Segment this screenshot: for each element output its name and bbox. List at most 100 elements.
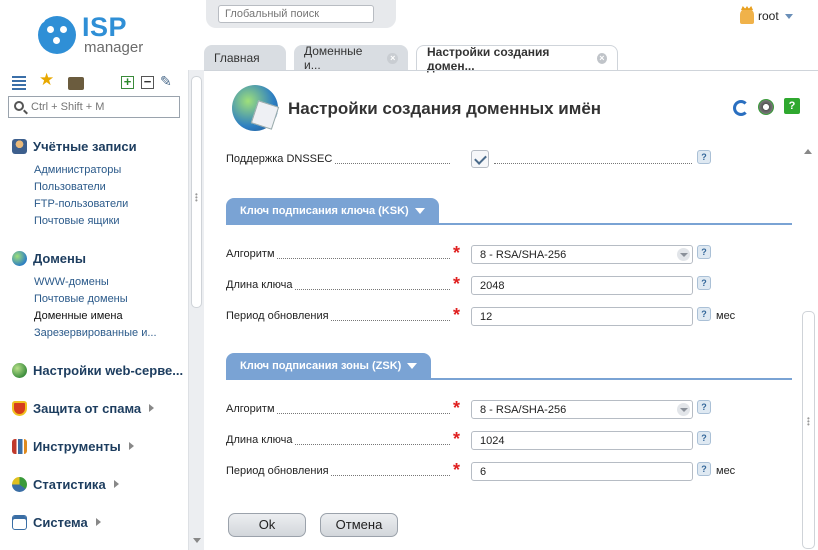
sidebar-item-mailboxes[interactable]: Почтовые ящики bbox=[34, 213, 137, 230]
zsk-section-header[interactable]: Ключ подписания зоны (ZSK) bbox=[226, 353, 792, 380]
sidebar-group-header[interactable]: Домены bbox=[12, 248, 157, 268]
sidebar-group-title: Настройки web-серве... bbox=[33, 362, 184, 378]
sidebar-group-title: Инструменты bbox=[33, 438, 121, 454]
zsk-algorithm-label: Алгоритм bbox=[226, 403, 277, 415]
required-marker: * bbox=[453, 398, 461, 418]
zsk-keylen-label: Длина ключа bbox=[226, 434, 295, 446]
ksk-keylen-row: Длина ключа * 2048 ? bbox=[226, 274, 746, 296]
zsk-keylen-input[interactable]: 1024 bbox=[471, 431, 693, 450]
sidebar-group-header[interactable]: Учётные записи bbox=[12, 136, 137, 156]
tools-icon bbox=[12, 438, 27, 454]
sidebar-group-title: Система bbox=[33, 514, 88, 530]
sidebar-item-users[interactable]: Пользователи bbox=[34, 179, 137, 196]
sidebar-group-title: Статистика bbox=[33, 476, 106, 492]
expand-all-icon[interactable]: + bbox=[121, 75, 134, 89]
web-server-icon bbox=[12, 362, 27, 378]
user-name: root bbox=[758, 9, 779, 23]
ksk-algorithm-label: Алгоритм bbox=[226, 248, 277, 260]
menu-tree-icon[interactable] bbox=[12, 76, 26, 92]
sidebar-toolbar: ★ + − ✎ bbox=[8, 71, 183, 94]
dnssec-checkbox[interactable] bbox=[471, 150, 489, 168]
ksk-period-unit: мес bbox=[716, 310, 736, 322]
sidebar-search bbox=[8, 96, 180, 118]
sidebar-scrollbar[interactable]: • • • bbox=[188, 70, 204, 550]
tab-label: Настройки создания домен... bbox=[427, 44, 550, 73]
zsk-algorithm-help-icon[interactable]: ? bbox=[697, 400, 711, 414]
refresh-icon[interactable] bbox=[733, 100, 749, 116]
ok-button[interactable]: Ok bbox=[228, 513, 306, 537]
users-icon bbox=[12, 138, 27, 154]
collapse-all-icon[interactable]: − bbox=[141, 75, 154, 89]
cancel-button[interactable]: Отмена bbox=[320, 513, 398, 537]
main-scroll-thumb[interactable] bbox=[802, 311, 815, 549]
zsk-period-input[interactable]: 6 bbox=[471, 462, 693, 481]
scroll-grip-icon: • • • bbox=[195, 190, 198, 205]
pin-icon[interactable]: ✎ bbox=[160, 74, 176, 90]
user-menu[interactable]: root bbox=[740, 8, 793, 24]
chevron-right-icon bbox=[128, 442, 134, 450]
ksk-period-input[interactable]: 12 bbox=[471, 307, 693, 326]
sidebar-group-domains: Домены WWW-домены Почтовые домены Доменн… bbox=[12, 248, 157, 342]
close-icon[interactable]: × bbox=[596, 53, 607, 64]
sidebar-group-tools[interactable]: Инструменты bbox=[12, 436, 134, 456]
help-lifebuoy-icon[interactable] bbox=[758, 99, 774, 115]
chevron-down-icon bbox=[407, 363, 418, 369]
required-marker: * bbox=[453, 243, 461, 263]
main-scrollbar[interactable]: • • • bbox=[800, 145, 818, 550]
zsk-section-toggle[interactable]: Ключ подписания зоны (ZSK) bbox=[226, 353, 432, 379]
chevron-down-icon bbox=[677, 248, 690, 261]
logo-mark-icon bbox=[38, 16, 76, 54]
tab-home[interactable]: Главная bbox=[204, 45, 286, 71]
dnssec-row: Поддержка DNSSEC ? bbox=[226, 150, 746, 170]
sidebar-item-ftp-users[interactable]: FTP-пользователи bbox=[34, 196, 137, 213]
briefcase-icon[interactable] bbox=[68, 77, 84, 90]
zsk-period-label: Период обновления bbox=[226, 465, 331, 477]
required-marker: * bbox=[453, 429, 461, 449]
global-search-input[interactable] bbox=[218, 5, 374, 23]
ksk-section-toggle[interactable]: Ключ подписания ключа (KSK) bbox=[226, 198, 439, 224]
scroll-down-arrow-icon[interactable] bbox=[193, 538, 201, 543]
chevron-right-icon bbox=[113, 480, 119, 488]
dnssec-help-icon[interactable]: ? bbox=[697, 150, 711, 164]
sidebar-item-domain-names[interactable]: Доменные имена bbox=[34, 308, 157, 325]
ispmanager-logo: ISP manager bbox=[38, 12, 158, 58]
zsk-period-help-icon[interactable]: ? bbox=[697, 462, 711, 476]
ksk-algorithm-help-icon[interactable]: ? bbox=[697, 245, 711, 259]
tab-domain-names[interactable]: Доменные и... × bbox=[294, 44, 408, 72]
section-divider bbox=[226, 378, 792, 380]
help-book-icon[interactable]: ? bbox=[784, 98, 800, 114]
logo-subtext: manager bbox=[84, 39, 144, 56]
zsk-algorithm-select[interactable]: 8 - RSA/SHA-256 bbox=[471, 400, 693, 419]
search-icon bbox=[14, 101, 24, 111]
tab-domain-settings[interactable]: Настройки создания домен... × bbox=[416, 44, 618, 73]
sidebar-group-antispam[interactable]: Защита от спама bbox=[12, 398, 155, 418]
ksk-section-header[interactable]: Ключ подписания ключа (KSK) bbox=[226, 198, 792, 225]
sidebar-search-input[interactable] bbox=[31, 99, 176, 115]
close-icon[interactable]: × bbox=[387, 52, 398, 64]
sidebar-group-system[interactable]: Система bbox=[12, 512, 101, 532]
sidebar-item-reserved[interactable]: Зарезервированные и... bbox=[34, 325, 157, 342]
ksk-keylen-label: Длина ключа bbox=[226, 279, 295, 291]
scroll-up-arrow-icon[interactable] bbox=[804, 149, 812, 154]
sidebar-group-web-server[interactable]: Настройки web-серве... bbox=[12, 360, 197, 380]
sidebar-group-statistics[interactable]: Статистика bbox=[12, 474, 119, 494]
document-icon bbox=[250, 100, 280, 130]
ksk-algorithm-select[interactable]: 8 - RSA/SHA-256 bbox=[471, 245, 693, 264]
zsk-keylen-help-icon[interactable]: ? bbox=[697, 431, 711, 445]
required-marker: * bbox=[453, 274, 461, 294]
sidebar-group-title: Защита от спама bbox=[33, 400, 142, 416]
ksk-period-help-icon[interactable]: ? bbox=[697, 307, 711, 321]
sidebar-group-accounts: Учётные записи Администраторы Пользовате… bbox=[12, 136, 137, 230]
ksk-keylen-help-icon[interactable]: ? bbox=[697, 276, 711, 290]
section-divider bbox=[226, 223, 792, 225]
tab-label: Главная bbox=[214, 51, 260, 65]
ksk-period-row: Период обновления * 12 ? мес bbox=[226, 305, 746, 327]
sidebar-item-www-domains[interactable]: WWW-домены bbox=[34, 274, 157, 291]
zsk-keylen-row: Длина ключа * 1024 ? bbox=[226, 429, 746, 451]
ksk-keylen-input[interactable]: 2048 bbox=[471, 276, 693, 295]
zsk-period-unit: мес bbox=[716, 465, 736, 477]
favorites-star-icon[interactable]: ★ bbox=[39, 71, 55, 89]
sidebar-item-mail-domains[interactable]: Почтовые домены bbox=[34, 291, 157, 308]
user-crown-icon bbox=[740, 8, 754, 24]
sidebar-item-admins[interactable]: Администраторы bbox=[34, 162, 137, 179]
